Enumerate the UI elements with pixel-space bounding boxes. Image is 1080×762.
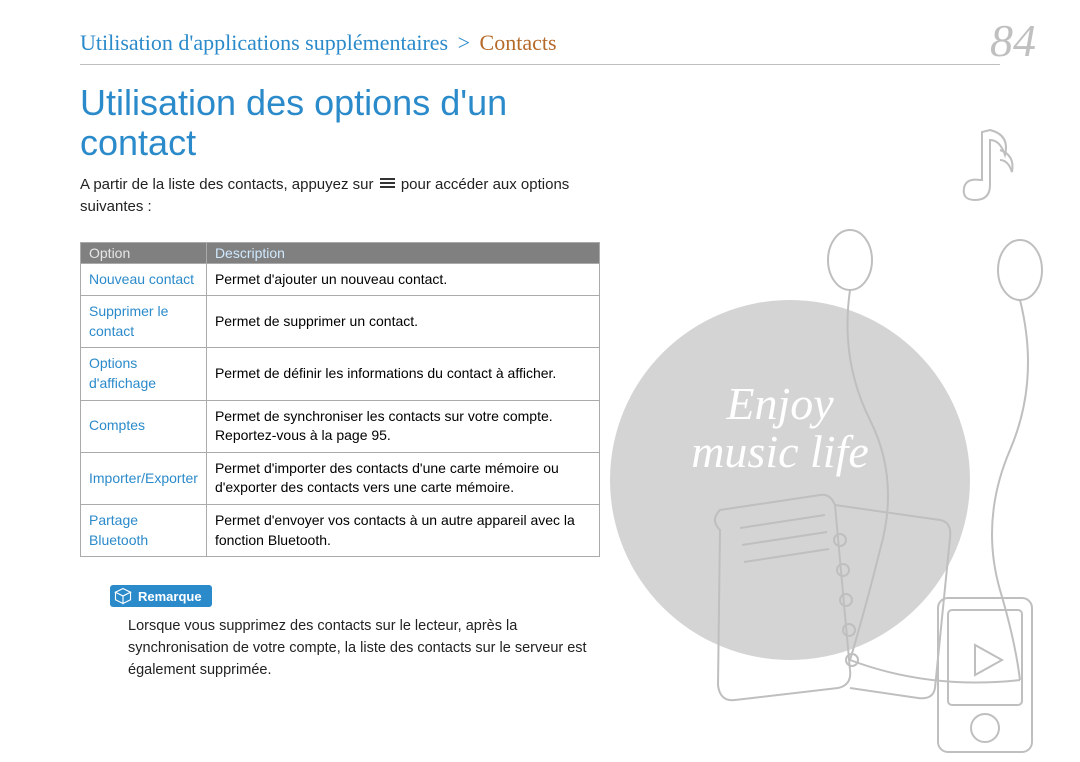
- option-name: Options d'affichage: [81, 348, 207, 400]
- intro-before: A partir de la liste des contacts, appuy…: [80, 176, 374, 193]
- option-name: Nouveau contact: [81, 263, 207, 296]
- table-row: Supprimer le contact Permet de supprimer…: [81, 296, 600, 348]
- option-name: Comptes: [81, 400, 207, 452]
- option-desc: Permet d'importer des contacts d'une car…: [206, 452, 599, 504]
- enjoy-line2: music life: [691, 426, 869, 477]
- option-name: Supprimer le contact: [81, 296, 207, 348]
- option-desc: Permet de supprimer un contact.: [206, 296, 599, 348]
- breadcrumb-main: Utilisation d'applications supplémentair…: [80, 30, 448, 55]
- option-name: Partage Bluetooth: [81, 505, 207, 557]
- option-desc: Permet de synchroniser les contacts sur …: [206, 400, 599, 452]
- header-divider: [80, 64, 1000, 65]
- music-note-icon: [950, 120, 1020, 210]
- note-badge: Remarque: [110, 585, 212, 607]
- page-title: Utilisation des options d'un contact: [80, 83, 600, 162]
- option-desc: Permet d'ajouter un nouveau contact.: [206, 263, 599, 296]
- intro-text: A partir de la liste des contacts, appuy…: [80, 174, 600, 218]
- breadcrumb-chevron: >: [458, 30, 470, 55]
- planner-icon: [700, 490, 960, 710]
- option-desc: Permet de définir les informations du co…: [206, 348, 599, 400]
- breadcrumb: Utilisation d'applications supplémentair…: [80, 30, 1000, 56]
- table-row: Comptes Permet de synchroniser les conta…: [81, 400, 600, 452]
- options-table: Option Description Nouveau contact Perme…: [80, 242, 600, 558]
- menu-icon: [380, 178, 395, 190]
- cube-icon: [114, 587, 132, 605]
- enjoy-text: Enjoy music life: [650, 380, 910, 477]
- breadcrumb-sub: Contacts: [480, 30, 557, 55]
- note-text: Lorsque vous supprimez des contacts sur …: [110, 616, 590, 681]
- table-row: Importer/Exporter Permet d'importer des …: [81, 452, 600, 504]
- option-name: Importer/Exporter: [81, 452, 207, 504]
- earphones-icon: [790, 220, 1070, 700]
- table-row: Partage Bluetooth Permet d'envoyer vos c…: [81, 505, 600, 557]
- header-description: Description: [206, 242, 599, 263]
- background-circle: [610, 300, 970, 660]
- header-option: Option: [81, 242, 207, 263]
- page-number: 84: [990, 14, 1036, 67]
- decorative-illustration: Enjoy music life: [580, 90, 1080, 730]
- table-row: Nouveau contact Permet d'ajouter un nouv…: [81, 263, 600, 296]
- note-label: Remarque: [138, 589, 202, 604]
- player-device-icon: [930, 590, 1040, 760]
- option-desc: Permet d'envoyer vos contacts à un autre…: [206, 505, 599, 557]
- table-row: Options d'affichage Permet de définir le…: [81, 348, 600, 400]
- note-block: Remarque Lorsque vous supprimez des cont…: [80, 585, 600, 681]
- enjoy-line1: Enjoy: [726, 378, 833, 429]
